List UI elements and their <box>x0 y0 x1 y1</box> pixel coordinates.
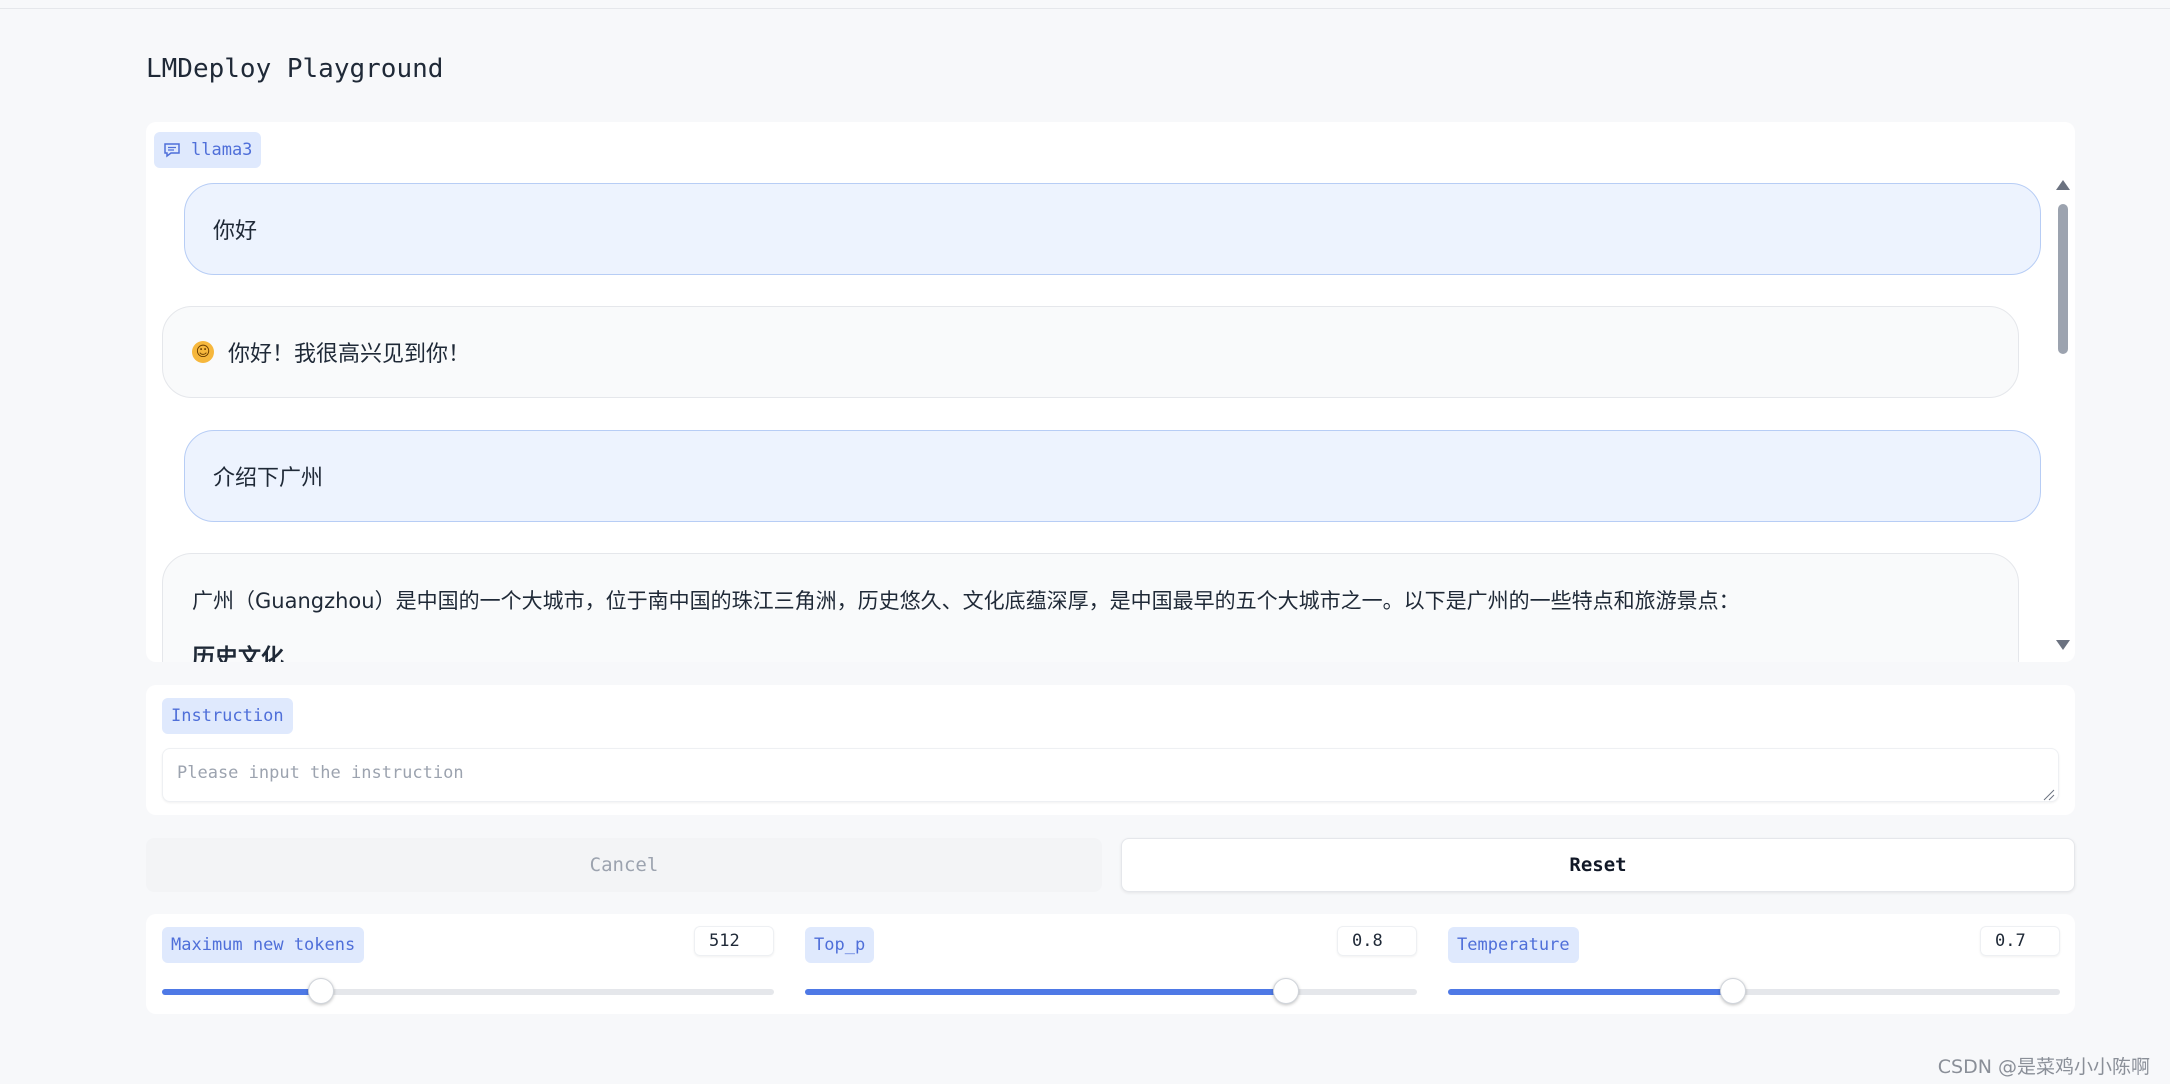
slider-track[interactable] <box>1448 978 2060 1004</box>
slider-top-p: Top_p 0.8 <box>805 914 1417 1014</box>
assistant-message: ☺ 你好！我很高兴见到你！ <box>162 306 2019 398</box>
assistant-message: 广州（Guangzhou）是中国的一个大城市，位于南中国的珠江三角洲，历史悠久、… <box>162 553 2019 662</box>
message-text: 你好！我很高兴见到你！ <box>228 342 471 367</box>
resize-grip-icon[interactable] <box>2043 789 2055 801</box>
slider-track[interactable] <box>162 978 774 1004</box>
watermark: CSDN @是菜鸡小小陈啊 <box>1937 1056 2150 1078</box>
triangle-down-icon[interactable] <box>2056 640 2070 650</box>
reset-button[interactable]: Reset <box>1121 838 2075 892</box>
slider-fill <box>805 989 1287 995</box>
slider-track[interactable] <box>805 978 1417 1004</box>
slider-thumb[interactable] <box>1273 978 1300 1004</box>
slider-fill <box>162 989 322 995</box>
chat-bubble-icon <box>164 143 180 158</box>
triangle-up-icon[interactable] <box>2056 180 2070 190</box>
user-message: 你好 <box>184 183 2041 275</box>
slider-thumb[interactable] <box>1719 978 1746 1004</box>
slider-fill <box>1448 989 1733 995</box>
slider-label: Top_p <box>805 927 875 963</box>
smile-emoji-icon: ☺ <box>192 341 214 363</box>
slider-number-input[interactable]: 0.8 <box>1337 926 1417 956</box>
message-text: 广州（Guangzhou）是中国的一个大城市，位于南中国的珠江三角洲，历史悠久、… <box>192 589 1740 613</box>
scrollbar-thumb[interactable] <box>2058 204 2068 354</box>
chatbot-label-text: llama3 <box>191 140 253 160</box>
chatbot-label: llama3 <box>154 132 262 168</box>
cancel-button[interactable]: Cancel <box>146 838 1102 892</box>
slider-label: Maximum new tokens <box>162 927 365 963</box>
slider-max-new-tokens: Maximum new tokens 512 <box>162 914 774 1014</box>
message-text: 介绍下广州 <box>213 466 324 491</box>
slider-label: Temperature <box>1448 927 1579 963</box>
instruction-panel: Instruction <box>146 685 2075 815</box>
chatbot-panel: llama3 你好 ☺ 你好！我很高兴见到你！ 介绍下广州 广州（Guangzh… <box>146 122 2075 662</box>
user-message: 介绍下广州 <box>184 430 2041 522</box>
slider-temperature: Temperature 0.7 <box>1448 914 2060 1014</box>
slider-thumb[interactable] <box>308 978 335 1004</box>
page-title: LMDeploy Playground <box>146 54 444 84</box>
top-divider <box>0 8 2170 9</box>
message-heading: 历史文化 <box>192 645 284 662</box>
slider-number-input[interactable]: 0.7 <box>1980 926 2060 956</box>
instruction-input[interactable] <box>162 748 2059 802</box>
instruction-label: Instruction <box>162 698 293 734</box>
slider-number-input[interactable]: 512 <box>694 926 774 956</box>
sliders-panel: Maximum new tokens 512 Top_p 0.8 Tempera… <box>146 914 2075 1014</box>
message-text: 你好 <box>213 219 258 244</box>
